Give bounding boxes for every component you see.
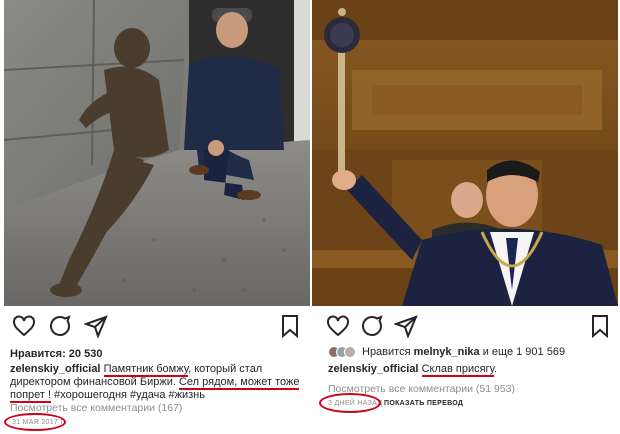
highlight-circle	[4, 413, 66, 431]
left-post: Нравится: 20 530 zelenskiy_official Памя…	[4, 0, 310, 434]
right-post: Нравится melnyk_nika и еще 1 901 569 zel…	[312, 0, 618, 434]
username-link[interactable]: zelenskiy_official	[328, 363, 419, 375]
show-translation-link[interactable]: ПОКАЗАТЬ ПЕРЕВОД	[384, 400, 463, 407]
bookmark-icon[interactable]	[588, 314, 612, 338]
liker-avatars[interactable]	[328, 346, 356, 358]
post-photo-inauguration[interactable]	[312, 0, 618, 306]
caption-hashtags[interactable]: #хорошегодня #удача #жизнь	[51, 389, 205, 401]
post-actions	[316, 314, 612, 338]
post-caption: zelenskiy_official Памятник бомжу, котор…	[10, 363, 306, 403]
likes-count[interactable]: Нравится: 20 530	[10, 348, 102, 360]
caption-highlight: Склав присягу	[421, 363, 494, 377]
comment-icon[interactable]	[360, 314, 384, 338]
heart-icon[interactable]	[326, 314, 350, 338]
caption-highlight: Памятник бомжу	[103, 363, 189, 377]
share-icon[interactable]	[84, 314, 108, 338]
username-link[interactable]: zelenskiy_official	[10, 363, 101, 375]
post-photo-statue[interactable]	[4, 0, 310, 306]
comment-icon[interactable]	[48, 314, 72, 338]
liker-username[interactable]: melnyk_nika	[414, 346, 480, 358]
avatar	[344, 346, 356, 358]
bookmark-icon[interactable]	[278, 314, 302, 338]
post-actions	[8, 314, 304, 338]
likes-prefix: Нравится	[362, 346, 411, 358]
post-caption: zelenskiy_official Склав присягу.	[328, 363, 620, 377]
share-icon[interactable]	[394, 314, 418, 338]
likes-count[interactable]: и еще 1 901 569	[483, 346, 565, 358]
likes-row: Нравится melnyk_nika и еще 1 901 569	[328, 346, 565, 358]
highlight-circle	[319, 393, 381, 413]
heart-icon[interactable]	[12, 314, 36, 338]
caption-text: .	[493, 363, 498, 375]
